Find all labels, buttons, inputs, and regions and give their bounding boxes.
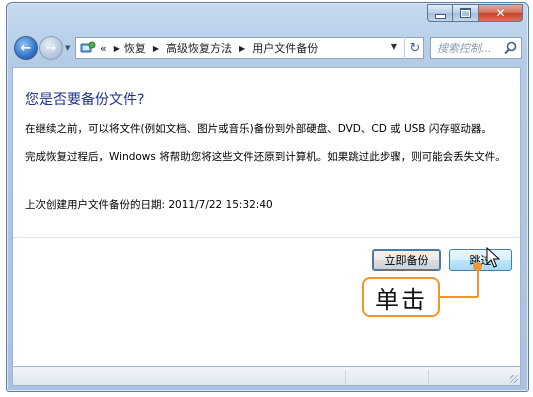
breadcrumb-item-recovery[interactable]: 恢复 bbox=[124, 40, 146, 56]
breadcrumb-separator-icon[interactable]: ▶ bbox=[114, 44, 120, 53]
navigation-bar: ← → ▼ « ▶ 恢复 ▶ 高级恢复方法 ▶ 用户文件备份 ▼ ↻ 搜索控制.… bbox=[12, 35, 523, 61]
breadcrumb-item-advanced-recovery[interactable]: 高级恢复方法 bbox=[166, 40, 232, 56]
forward-button[interactable]: → bbox=[39, 36, 63, 60]
close-icon: ✕ bbox=[495, 6, 506, 20]
status-bar bbox=[12, 367, 521, 386]
app-window: ✕ ← → ▼ « ▶ 恢复 ▶ 高级恢复方法 ▶ 用户文件备份 ▼ ↻ 搜索控… bbox=[6, 2, 529, 392]
page-title: 您是否要备份文件? bbox=[25, 92, 145, 108]
annotation-leader-line bbox=[476, 268, 479, 297]
back-button[interactable]: ← bbox=[14, 36, 38, 60]
divider bbox=[13, 237, 520, 238]
close-button[interactable]: ✕ bbox=[479, 4, 523, 22]
maximize-button[interactable] bbox=[453, 4, 479, 22]
last-backup-date: 上次创建用户文件备份的日期: 2011/7/22 15:32:40 bbox=[25, 199, 273, 211]
maximize-icon bbox=[460, 8, 471, 18]
mouse-cursor-icon bbox=[486, 247, 500, 268]
refresh-icon: ↻ bbox=[409, 40, 421, 56]
main-content: 您是否要备份文件? 在继续之前，可以将文件(例如文档、图片或音乐)备份到外部硬盘… bbox=[12, 67, 521, 367]
search-icon bbox=[504, 41, 517, 55]
annotation-leader-line bbox=[440, 296, 478, 298]
resize-grip[interactable] bbox=[510, 375, 518, 383]
address-dropdown-icon[interactable]: ▼ bbox=[391, 42, 397, 51]
chevron-down-icon: ▼ bbox=[65, 44, 71, 52]
refresh-button[interactable]: ↻ bbox=[404, 37, 425, 59]
search-input[interactable]: 搜索控制... bbox=[430, 37, 522, 59]
recent-pages-dropdown[interactable]: ▼ bbox=[65, 44, 70, 52]
annotation-label: 单击 bbox=[375, 285, 427, 314]
breadcrumb-item-user-file-backup[interactable]: 用户文件备份 bbox=[252, 40, 318, 56]
caption-buttons: ✕ bbox=[427, 4, 523, 22]
restore-description: 完成恢复过程后，Windows 将帮助您将这些文件还原到计算机。如果跳过此步骤，… bbox=[25, 151, 506, 163]
minimize-icon bbox=[434, 13, 446, 19]
breadcrumb-separator-icon[interactable]: ▶ bbox=[239, 44, 245, 53]
breadcrumb-separator-icon[interactable]: ▶ bbox=[153, 44, 159, 53]
status-divider bbox=[428, 370, 429, 384]
minimize-button[interactable] bbox=[427, 4, 453, 22]
forward-arrow-icon: → bbox=[45, 40, 57, 56]
control-panel-icon bbox=[80, 41, 96, 53]
backup-now-button[interactable]: 立即备份 bbox=[372, 249, 441, 271]
breadcrumb-overflow[interactable]: « bbox=[100, 42, 107, 55]
search-placeholder: 搜索控制... bbox=[437, 42, 492, 55]
status-divider bbox=[345, 370, 346, 384]
backup-description: 在继续之前，可以将文件(例如文档、图片或音乐)备份到外部硬盘、DVD、CD 或 … bbox=[25, 123, 492, 135]
back-arrow-icon: ← bbox=[20, 40, 32, 56]
annotation-callout: 单击 bbox=[362, 277, 440, 317]
address-bar[interactable]: « ▶ 恢复 ▶ 高级恢复方法 ▶ 用户文件备份 ▼ bbox=[75, 37, 424, 59]
